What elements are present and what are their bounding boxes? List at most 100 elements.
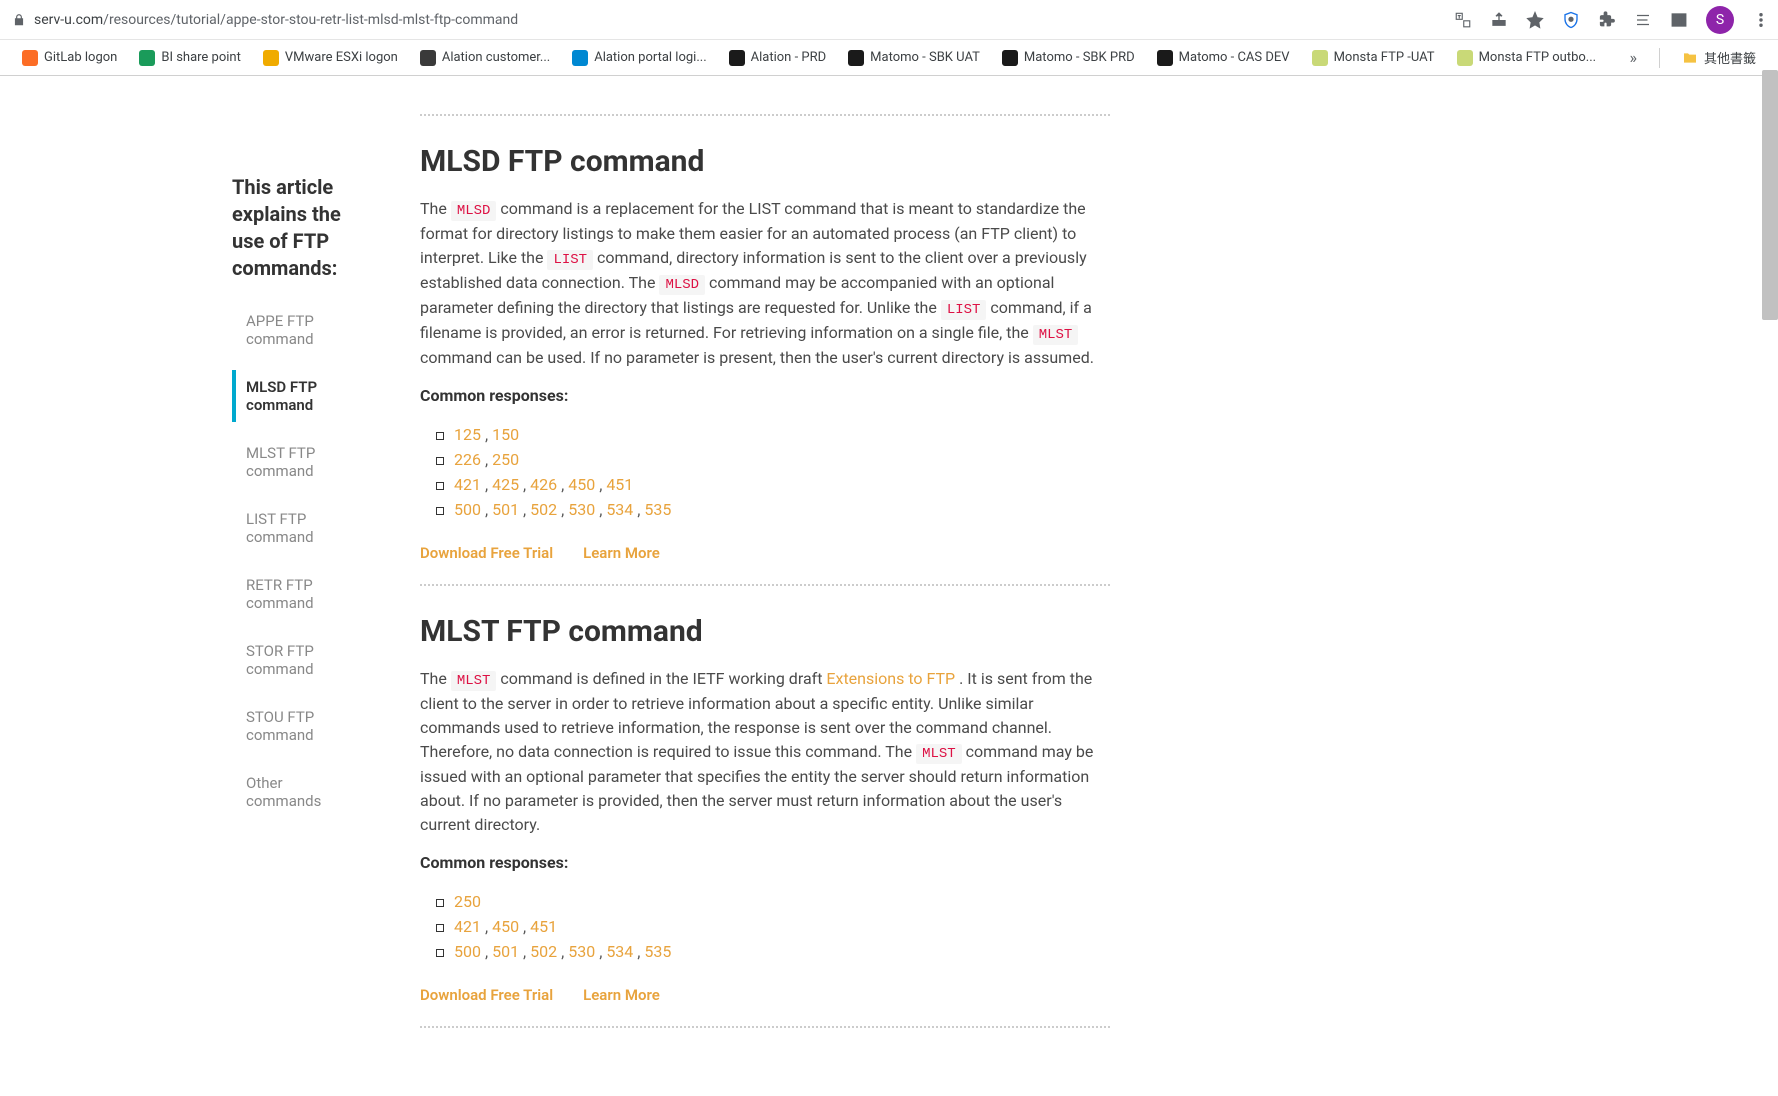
section-body: The MLST command is defined in the IETF … xyxy=(420,667,1110,837)
cta-row: Download Free Trial Learn More xyxy=(420,986,1110,1004)
section-heading: MLSD FTP command xyxy=(420,144,1110,179)
cta-link[interactable]: Download Free Trial xyxy=(420,544,553,562)
response-row: 250 xyxy=(454,889,1110,914)
response-code-link[interactable]: 450 xyxy=(568,475,595,494)
bookmark-item[interactable]: Monsta FTP -UAT xyxy=(1304,46,1443,70)
sidebar-item[interactable]: STOR FTP command xyxy=(232,634,350,686)
response-code-link[interactable]: 451 xyxy=(606,475,633,494)
response-code-link[interactable]: 426 xyxy=(530,475,557,494)
cta-link[interactable]: Learn More xyxy=(583,544,660,562)
sidebar-item[interactable]: Other commands xyxy=(232,766,350,818)
response-code-link[interactable]: 421 xyxy=(454,475,481,494)
bookmark-item[interactable]: Matomo - SBK PRD xyxy=(994,46,1143,70)
window-icon[interactable] xyxy=(1670,11,1688,29)
response-code-link[interactable]: 150 xyxy=(492,425,519,444)
bookmark-item[interactable]: VMware ESXi logon xyxy=(255,46,406,70)
divider xyxy=(420,584,1110,586)
response-code-link[interactable]: 125 xyxy=(454,425,481,444)
cta-link[interactable]: Download Free Trial xyxy=(420,986,553,1004)
bookmark-label: Alation - PRD xyxy=(751,50,827,65)
sidebar-title: This article explains the use of FTP com… xyxy=(232,174,350,282)
translate-icon[interactable] xyxy=(1454,11,1472,29)
sidebar-item[interactable]: STOU FTP command xyxy=(232,700,350,752)
bookmark-item[interactable]: Monsta FTP outbo... xyxy=(1449,46,1605,70)
separator: , xyxy=(595,942,606,961)
response-code-link[interactable]: 501 xyxy=(492,942,519,961)
article-sidebar: This article explains the use of FTP com… xyxy=(0,96,370,1056)
bookmark-item[interactable]: Matomo - CAS DEV xyxy=(1149,46,1298,70)
bookmark-favicon xyxy=(1002,50,1018,66)
separator: , xyxy=(519,917,530,936)
bookmark-favicon xyxy=(420,50,436,66)
shield-icon[interactable] xyxy=(1562,11,1580,29)
response-code-link[interactable]: 450 xyxy=(492,917,519,936)
response-code-link[interactable]: 226 xyxy=(454,450,481,469)
separator: , xyxy=(481,450,492,469)
bookmark-favicon xyxy=(729,50,745,66)
bookmark-label: Monsta FTP outbo... xyxy=(1479,50,1597,65)
bookmark-item[interactable]: Alation customer... xyxy=(412,46,558,70)
response-code-link[interactable]: 534 xyxy=(606,942,633,961)
bookmarks-folder[interactable]: 其他書籤 xyxy=(1674,44,1764,71)
cta-row: Download Free Trial Learn More xyxy=(420,544,1110,562)
separator: , xyxy=(633,500,644,519)
response-row: 125 , 150 xyxy=(454,422,1110,447)
response-code-link[interactable]: 451 xyxy=(530,917,557,936)
response-code-link[interactable]: 250 xyxy=(454,892,481,911)
bookmark-label: VMware ESXi logon xyxy=(285,50,398,65)
profile-avatar[interactable]: S xyxy=(1706,6,1734,34)
response-code-link[interactable]: 501 xyxy=(492,500,519,519)
vertical-scrollbar[interactable] xyxy=(1762,70,1778,320)
share-icon[interactable] xyxy=(1490,11,1508,29)
bookmark-item[interactable]: GitLab logon xyxy=(14,46,125,70)
response-code-link[interactable]: 535 xyxy=(644,500,671,519)
separator: , xyxy=(557,942,568,961)
folder-icon xyxy=(1682,50,1698,66)
response-row: 421 , 425 , 426 , 450 , 451 xyxy=(454,472,1110,497)
bookmark-item[interactable]: Alation - PRD xyxy=(721,46,835,70)
response-row: 500 , 501 , 502 , 530 , 534 , 535 xyxy=(454,497,1110,522)
bookmark-favicon xyxy=(263,50,279,66)
bookmark-label: Matomo - SBK PRD xyxy=(1024,50,1135,65)
lock-icon xyxy=(12,13,26,27)
response-code-link[interactable]: 500 xyxy=(454,942,481,961)
response-code-link[interactable]: 530 xyxy=(568,500,595,519)
bookmark-label: BI share point xyxy=(161,50,241,65)
extensions-icon[interactable] xyxy=(1598,11,1616,29)
menu-dots-icon[interactable] xyxy=(1752,11,1770,29)
separator: , xyxy=(481,500,492,519)
separator: , xyxy=(633,942,644,961)
bookmark-label: Alation customer... xyxy=(442,50,550,65)
response-code-link[interactable]: 502 xyxy=(530,500,557,519)
response-code-link[interactable]: 425 xyxy=(492,475,519,494)
separator: , xyxy=(557,475,568,494)
bookmark-label: Matomo - CAS DEV xyxy=(1179,50,1290,65)
separator: , xyxy=(481,942,492,961)
url-text[interactable]: serv-u.com/resources/tutorial/appe-stor-… xyxy=(34,12,518,28)
sidebar-item-active[interactable]: MLSD FTP command xyxy=(232,370,350,422)
article-content: MLSD FTP commandThe MLSD command is a re… xyxy=(370,96,1130,1056)
star-icon[interactable] xyxy=(1526,11,1544,29)
bookmark-favicon xyxy=(1312,50,1328,66)
response-code-link[interactable]: 500 xyxy=(454,500,481,519)
bookmark-label: Matomo - SBK UAT xyxy=(870,50,980,65)
sidebar-item[interactable]: LIST FTP command xyxy=(232,502,350,554)
bookmarks-overflow[interactable]: » xyxy=(1621,48,1645,67)
response-row: 421 , 450 , 451 xyxy=(454,914,1110,939)
bookmark-item[interactable]: BI share point xyxy=(131,46,249,70)
sidebar-item[interactable]: MLST FTP command xyxy=(232,436,350,488)
sidebar-item[interactable]: RETR FTP command xyxy=(232,568,350,620)
cta-link[interactable]: Learn More xyxy=(583,986,660,1004)
response-code-link[interactable]: 534 xyxy=(606,500,633,519)
response-code-link[interactable]: 421 xyxy=(454,917,481,936)
sidebar-item[interactable]: APPE FTP command xyxy=(232,304,350,356)
bookmark-item[interactable]: Matomo - SBK UAT xyxy=(840,46,988,70)
reading-list-icon[interactable] xyxy=(1634,11,1652,29)
bookmark-label: Alation portal logi... xyxy=(594,50,706,65)
response-code-link[interactable]: 502 xyxy=(530,942,557,961)
response-code-link[interactable]: 535 xyxy=(644,942,671,961)
bookmark-item[interactable]: Alation portal logi... xyxy=(564,46,714,70)
bookmark-favicon xyxy=(1157,50,1173,66)
response-code-link[interactable]: 250 xyxy=(492,450,519,469)
response-code-link[interactable]: 530 xyxy=(568,942,595,961)
